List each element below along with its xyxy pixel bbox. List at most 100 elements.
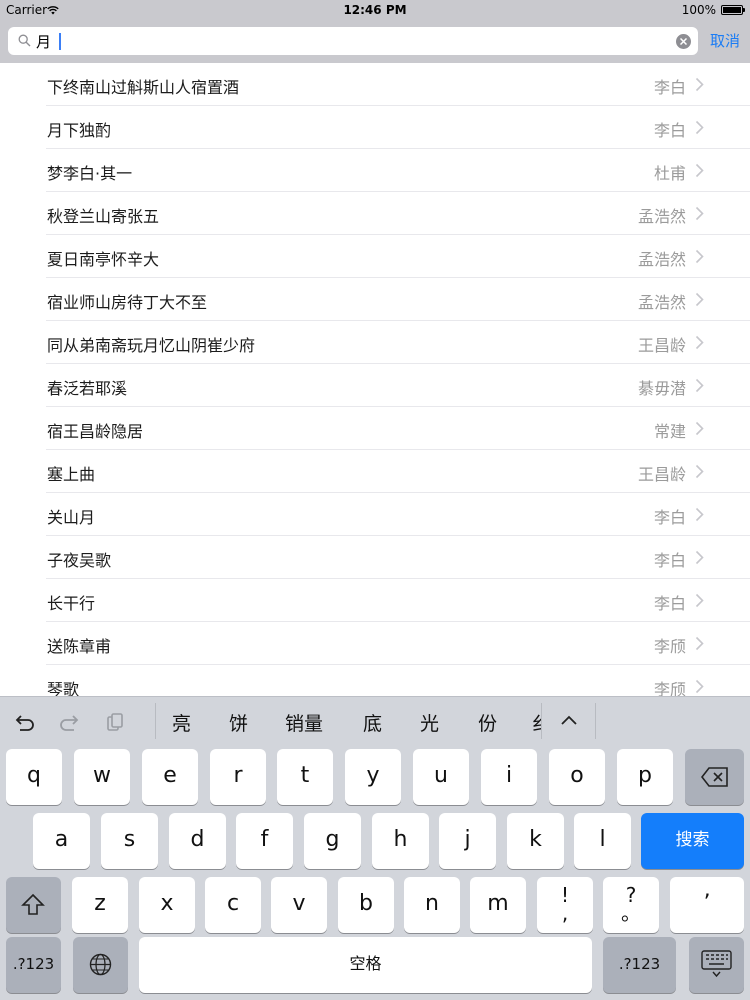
numbers-key[interactable]: .?123: [603, 937, 676, 993]
clear-text-icon[interactable]: [676, 34, 691, 49]
clock: 12:46 PM: [343, 3, 407, 17]
poem-author: 孟浩然: [637, 293, 686, 312]
poem-title: 子夜吴歌: [47, 551, 112, 570]
poem-author: 王昌龄: [637, 336, 686, 355]
chevron-up-icon[interactable]: [558, 712, 580, 730]
candidate-word[interactable]: 底: [363, 709, 382, 736]
candidate-word[interactable]: 饼: [229, 709, 248, 736]
key-r[interactable]: r: [210, 749, 266, 805]
delete-key[interactable]: [685, 749, 744, 805]
space-key[interactable]: 空格: [139, 937, 592, 993]
list-item[interactable]: 长干行 李白: [0, 579, 750, 622]
numbers-key[interactable]: .?123: [6, 937, 61, 993]
key-bottom-label: ,: [561, 901, 569, 925]
key-u[interactable]: u: [413, 749, 469, 805]
candidate-word[interactable]: 纟: [532, 709, 541, 736]
key-y[interactable]: y: [345, 749, 401, 805]
list-item[interactable]: 塞上曲 王昌龄: [0, 450, 750, 493]
list-item[interactable]: 月下独酌 李白: [0, 106, 750, 149]
candidate-word[interactable]: 份: [478, 709, 497, 736]
list-item[interactable]: 宿业师山房待丁大不至 孟浩然: [0, 278, 750, 321]
redo-icon[interactable]: [58, 713, 80, 731]
list-item[interactable]: 梦李白·其一 杜甫: [0, 149, 750, 192]
key-p[interactable]: p: [617, 749, 673, 805]
keyboard-dismiss-icon: [701, 950, 732, 978]
key-k[interactable]: k: [507, 813, 564, 869]
key-n[interactable]: n: [404, 877, 460, 933]
search-field[interactable]: [8, 27, 698, 55]
candidate-word[interactable]: 亮: [172, 709, 191, 736]
key-g[interactable]: g: [304, 813, 361, 869]
candidate-word[interactable]: 光: [420, 709, 439, 736]
chevron-right-icon: [695, 679, 704, 694]
list-item[interactable]: 关山月 李白: [0, 493, 750, 536]
poem-title: 下终南山过斛斯山人宿置酒: [47, 78, 240, 97]
poem-author: 王昌龄: [637, 465, 686, 484]
chevron-right-icon: [695, 507, 704, 522]
poem-author: 孟浩然: [637, 207, 686, 226]
poem-title: 长干行: [47, 594, 96, 613]
poem-author: 常建: [653, 422, 686, 441]
key-q[interactable]: q: [6, 749, 62, 805]
key-apostrophe[interactable]: ’: [670, 877, 744, 933]
key-d[interactable]: d: [169, 813, 226, 869]
key-question-period[interactable]: ? 。: [603, 877, 659, 933]
undo-icon[interactable]: [14, 713, 36, 731]
globe-key[interactable]: [73, 937, 128, 993]
poem-author: 李白: [653, 594, 686, 613]
key-v[interactable]: v: [271, 877, 327, 933]
list-item[interactable]: 春泛若耶溪 綦毋潜: [0, 364, 750, 407]
battery-percent: 100%: [681, 3, 716, 17]
key-j[interactable]: j: [439, 813, 496, 869]
key-b[interactable]: b: [338, 877, 394, 933]
poem-title: 关山月: [47, 508, 96, 527]
key-e[interactable]: e: [142, 749, 198, 805]
list-item[interactable]: 秋登兰山寄张五 孟浩然: [0, 192, 750, 235]
list-item[interactable]: 送陈章甫 李颀: [0, 622, 750, 665]
cancel-button[interactable]: 取消: [710, 30, 740, 51]
shift-key[interactable]: [6, 877, 61, 933]
key-bottom-label: 。: [621, 901, 641, 925]
chevron-right-icon: [695, 206, 704, 221]
poem-title: 宿业师山房待丁大不至: [47, 293, 208, 312]
key-a[interactable]: a: [33, 813, 90, 869]
search-input[interactable]: [36, 29, 676, 53]
chevron-right-icon: [695, 292, 704, 307]
key-exclamation-comma[interactable]: ! ,: [537, 877, 593, 933]
key-f[interactable]: f: [236, 813, 293, 869]
poem-author: 李白: [653, 508, 686, 527]
search-key[interactable]: 搜索: [641, 813, 744, 869]
candidate-word[interactable]: 销量: [285, 709, 323, 736]
list-item[interactable]: 同从弟南斋玩月忆山阴崔少府 王昌龄: [0, 321, 750, 364]
poem-title: 月下独酌: [47, 121, 112, 140]
chevron-right-icon: [695, 249, 704, 264]
poem-author: 李白: [653, 121, 686, 140]
key-t[interactable]: t: [277, 749, 333, 805]
key-h[interactable]: h: [372, 813, 429, 869]
key-l[interactable]: l: [574, 813, 631, 869]
key-w[interactable]: w: [74, 749, 130, 805]
list-item[interactable]: 子夜吴歌 李白: [0, 536, 750, 579]
paste-icon[interactable]: [104, 713, 126, 731]
toolbar-divider: [595, 703, 596, 739]
poem-author: 李白: [653, 551, 686, 570]
chevron-right-icon: [695, 636, 704, 651]
dismiss-keyboard-key[interactable]: [689, 937, 744, 993]
key-c[interactable]: c: [205, 877, 261, 933]
list-item[interactable]: 琴歌 李颀: [0, 665, 750, 696]
chevron-right-icon: [695, 77, 704, 92]
key-o[interactable]: o: [549, 749, 605, 805]
list-item[interactable]: 夏日南亭怀辛大 孟浩然: [0, 235, 750, 278]
list-item[interactable]: 宿王昌龄隐居 常建: [0, 407, 750, 450]
key-i[interactable]: i: [481, 749, 537, 805]
key-x[interactable]: x: [139, 877, 195, 933]
poem-title: 塞上曲: [47, 465, 96, 484]
chevron-right-icon: [695, 378, 704, 393]
key-m[interactable]: m: [470, 877, 526, 933]
poem-title: 秋登兰山寄张五: [47, 207, 160, 226]
key-s[interactable]: s: [101, 813, 158, 869]
key-z[interactable]: z: [72, 877, 128, 933]
list-item[interactable]: 下终南山过斛斯山人宿置酒 李白: [0, 63, 750, 106]
poem-title: 梦李白·其一: [47, 164, 133, 183]
battery-icon: [721, 5, 745, 15]
